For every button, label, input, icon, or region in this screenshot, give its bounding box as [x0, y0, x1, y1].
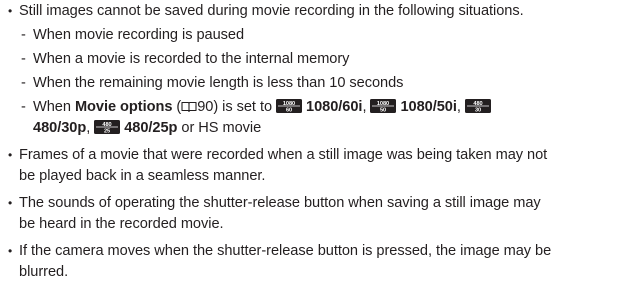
paren-open: (: [172, 99, 182, 115]
bullet-4-line-2: blurred.: [19, 264, 69, 280]
icon-bottom-text: 25: [104, 129, 110, 134]
bullet-dot: •: [8, 244, 13, 258]
option-480-30p: 480/30p: [33, 120, 87, 136]
icon-top-text: 1080: [377, 101, 389, 107]
movie-mode-icon: 480 25: [94, 120, 121, 134]
dash-marker: -: [21, 27, 26, 43]
dash-marker: -: [21, 75, 26, 91]
sub-item-3-text: When the remaining movie length is less …: [33, 75, 404, 91]
sub-item-4-continuation: 480/30p, 480 25 480/25p or HS movie: [33, 118, 626, 139]
option-1080-60i: 1080/60i: [306, 99, 363, 115]
bullet-dot: •: [8, 148, 13, 162]
bullet-dot: •: [8, 196, 13, 210]
movie-options-term: Movie options: [74, 99, 173, 115]
paren-close: ) is set to: [213, 99, 277, 115]
separator: ,: [86, 120, 95, 136]
bullet-3-line-1: The sounds of operating the shutter-rele…: [19, 195, 541, 211]
bullet-item-4: • If the camera moves when the shutter-r…: [8, 241, 628, 283]
dash-marker: -: [21, 99, 26, 115]
sub-item-2: - When a movie is recorded to the interna…: [21, 49, 626, 70]
book-reference-icon: [181, 98, 197, 113]
icon-bottom-text: 30: [475, 108, 481, 113]
bullet-item-1: • Still images cannot be saved during mo…: [8, 1, 628, 22]
bullet-item-2: • Frames of a movie that were recorded w…: [8, 145, 628, 187]
separator: ,: [456, 99, 465, 115]
icon-top-text: 480: [473, 101, 482, 107]
page-ref-number: 90: [197, 99, 214, 115]
option-480-25p: 480/25p: [124, 120, 178, 136]
sub-item-1-text: When movie recording is paused: [33, 27, 245, 43]
manual-page: • Still images cannot be saved during mo…: [0, 0, 632, 299]
icon-top-text: 480: [103, 122, 112, 128]
sub-item-3: - When the remaining movie length is less…: [21, 73, 626, 94]
bullet-dot: •: [8, 4, 13, 18]
dash-marker: -: [21, 51, 26, 67]
bullet-item-3: • The sounds of operating the shutter-re…: [8, 193, 628, 235]
sub-item-1: - When movie recording is paused: [21, 25, 626, 46]
bullet-1-text: Still images cannot be saved during movi…: [19, 3, 524, 19]
bullet-4-line-1: If the camera moves when the shutter-rel…: [19, 243, 552, 259]
icon-top-text: 1080: [283, 101, 295, 107]
option-1080-50i: 1080/50i: [400, 99, 457, 115]
sub-item-4-prefix: When: [33, 99, 75, 115]
movie-mode-icon: 480 30: [464, 99, 491, 113]
bullet-2-line-1: Frames of a movie that were recorded whe…: [19, 147, 548, 163]
separator: ,: [362, 99, 371, 115]
sub-item-2-text: When a movie is recorded to the internal…: [33, 51, 350, 67]
movie-mode-icon: 1080 50: [370, 99, 397, 113]
bullet-3-line-2: be heard in the recorded movie.: [19, 216, 224, 232]
icon-bottom-text: 50: [380, 108, 386, 113]
sub-item-4-suffix: or HS movie: [177, 120, 262, 136]
bullet-2-line-2: be played back in a seamless manner.: [19, 168, 266, 184]
movie-mode-icon: 1080 60: [276, 99, 303, 113]
icon-bottom-text: 60: [286, 108, 292, 113]
sub-item-4: - When Movie options (90) is set to 1080 6…: [21, 97, 626, 139]
